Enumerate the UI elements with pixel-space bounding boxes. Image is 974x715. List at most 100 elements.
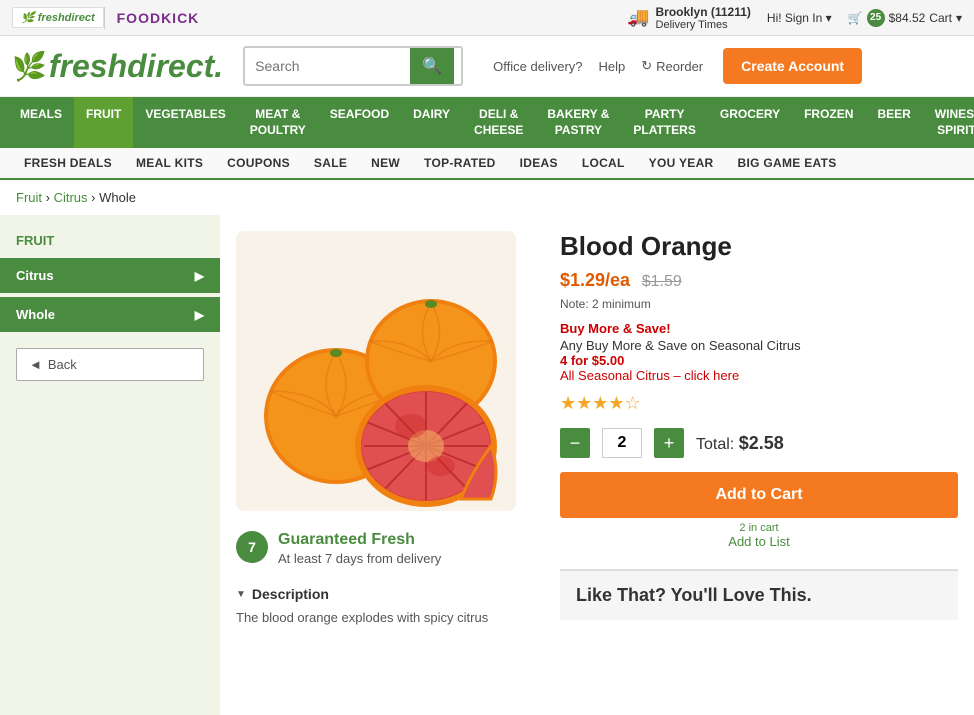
price-area: $1.29/ea $1.59 <box>560 270 958 291</box>
add-to-cart-button[interactable]: Add to Cart <box>560 472 958 518</box>
nav-frozen[interactable]: FROZEN <box>792 97 865 148</box>
whole-arrow-icon: ▶ <box>195 308 204 322</box>
breadcrumb-whole: Whole <box>99 190 136 205</box>
sidebar-title: FRUIT <box>0 227 220 254</box>
signin-area[interactable]: Hi! Sign In ▾ <box>767 11 832 25</box>
cart-label: Cart <box>929 11 952 25</box>
product-image-container: 7 Guaranteed Fresh At least 7 days from … <box>236 231 536 628</box>
nav-dairy[interactable]: DAIRY <box>401 97 462 148</box>
add-to-list-link[interactable]: Add to List <box>560 534 958 549</box>
sec-nav-new[interactable]: NEW <box>359 148 412 178</box>
description-section: Description The blood orange explodes wi… <box>236 586 536 628</box>
cart-count: 25 <box>867 9 885 27</box>
breadcrumb-sep2: › <box>91 190 99 205</box>
promo-link[interactable]: All Seasonal Citrus – click here <box>560 368 958 383</box>
back-arrow-icon: ◄ <box>29 357 42 372</box>
back-button[interactable]: ◄ Back <box>16 348 204 381</box>
help-link[interactable]: Help <box>599 59 626 74</box>
breadcrumb: Fruit › Citrus › Whole <box>0 180 974 215</box>
delivery-truck-icon: 🚚 <box>627 7 649 28</box>
fresh-guarantee: 7 Guaranteed Fresh At least 7 days from … <box>236 531 536 566</box>
quantity-decrease-button[interactable]: − <box>560 428 590 458</box>
search-input[interactable] <box>245 50 410 82</box>
nav-meat-poultry[interactable]: MEAT &POULTRY <box>238 97 318 148</box>
nav-party-platters[interactable]: PARTYPLATTERS <box>621 97 707 148</box>
main-logo[interactable]: 🌿 freshdirect. <box>12 48 223 85</box>
cart-total: $84.52 <box>889 11 926 25</box>
description-title: Description <box>236 586 536 602</box>
promo-headline: Buy More & Save! <box>560 321 958 336</box>
fresh-title: Guaranteed Fresh <box>278 531 441 549</box>
product-stars: ★★★★☆ <box>560 393 958 414</box>
promo-deal: 4 for $5.00 <box>560 353 958 368</box>
freshdirect-small-logo[interactable]: 🌿 freshdirect <box>12 7 104 28</box>
sidebar: FRUIT Citrus ▶ Whole ▶ ◄ Back <box>0 215 220 715</box>
product-image <box>236 231 516 511</box>
breadcrumb-citrus[interactable]: Citrus <box>54 190 88 205</box>
product-svg <box>236 231 516 511</box>
secondary-nav: FRESH DEALS MEAL KITS COUPONS SALE NEW T… <box>0 148 974 180</box>
delivery-location: Brooklyn (11211) <box>656 5 751 19</box>
delivery-times-link[interactable]: Delivery Times <box>656 19 728 31</box>
sec-nav-fresh-deals[interactable]: FRESH DEALS <box>12 148 124 178</box>
cart-icon: 🛒 <box>848 11 863 25</box>
sec-nav-coupons[interactable]: COUPONS <box>215 148 302 178</box>
nav-meals[interactable]: MEALS <box>8 97 74 148</box>
total-label: Total: $2.58 <box>696 433 784 454</box>
reorder-icon: ↻ <box>641 58 652 74</box>
nav-bakery-pastry[interactable]: BAKERY &PASTRY <box>535 97 621 148</box>
nav-beer[interactable]: BEER <box>865 97 922 148</box>
quantity-increase-button[interactable]: + <box>654 428 684 458</box>
love-title: Like That? You'll Love This. <box>576 585 942 606</box>
header-links: Office delivery? Help ↻ Reorder <box>493 58 703 74</box>
header: 🌿 freshdirect. 🔍 Office delivery? Help ↻… <box>0 36 974 97</box>
delivery-info: 🚚 Brooklyn (11211) Delivery Times <box>627 5 751 31</box>
promo-detail: Any Buy More & Save on Seasonal Citrus <box>560 338 958 353</box>
top-bar-logos: 🌿 freshdirect FOODKICK <box>12 7 211 29</box>
sec-nav-ideas[interactable]: IDEAS <box>508 148 570 178</box>
love-section: Like That? You'll Love This. <box>560 569 958 620</box>
product-title: Blood Orange <box>560 231 958 262</box>
nav-vegetables[interactable]: VEGETABLES <box>133 97 237 148</box>
breadcrumb-sep1: › <box>46 190 54 205</box>
breadcrumb-fruit[interactable]: Fruit <box>16 190 42 205</box>
sec-nav-meal-kits[interactable]: MEAL KITS <box>124 148 215 178</box>
main-content: 7 Guaranteed Fresh At least 7 days from … <box>220 215 974 715</box>
sec-nav-top-rated[interactable]: TOP-RATED <box>412 148 508 178</box>
content-area: FRUIT Citrus ▶ Whole ▶ ◄ Back <box>0 215 974 715</box>
logo-leaf-icon: 🌿 <box>12 50 47 83</box>
nav-grocery[interactable]: GROCERY <box>708 97 792 148</box>
product-note: Note: 2 minimum <box>560 297 958 311</box>
quantity-input[interactable] <box>602 428 642 458</box>
nav-fruit[interactable]: FRUIT <box>74 97 133 148</box>
nav-deli-cheese[interactable]: DELI &CHEESE <box>462 97 535 148</box>
sidebar-item-whole[interactable]: Whole ▶ <box>0 297 220 332</box>
create-account-button[interactable]: Create Account <box>723 48 862 84</box>
sidebar-item-citrus[interactable]: Citrus ▶ <box>0 258 220 293</box>
citrus-arrow-icon: ▶ <box>195 269 204 283</box>
product-area: 7 Guaranteed Fresh At least 7 days from … <box>236 231 958 628</box>
top-bar-right: 🚚 Brooklyn (11211) Delivery Times Hi! Si… <box>627 5 962 31</box>
price-old: $1.59 <box>642 273 682 290</box>
logo-text: freshdirect. <box>49 48 223 85</box>
reorder-link[interactable]: ↻ Reorder <box>641 58 703 74</box>
sec-nav-you-year[interactable]: YOU YEAR <box>637 148 726 178</box>
description-text: The blood orange explodes with spicy cit… <box>236 608 536 628</box>
office-delivery-link[interactable]: Office delivery? <box>493 59 582 74</box>
sec-nav-big-game-eats[interactable]: BIG GAME EATS <box>726 148 849 178</box>
price-current: $1.29/ea <box>560 270 630 290</box>
sec-nav-local[interactable]: LOCAL <box>570 148 637 178</box>
main-nav: MEALS FRUIT VEGETABLES MEAT &POULTRY SEA… <box>0 97 974 148</box>
fresh-subtitle: At least 7 days from delivery <box>278 551 441 566</box>
product-details: Blood Orange $1.29/ea $1.59 Note: 2 mini… <box>560 231 958 628</box>
quantity-area: − + Total: $2.58 <box>560 428 958 458</box>
sec-nav-sale[interactable]: SALE <box>302 148 359 178</box>
foodkick-logo[interactable]: FOODKICK <box>104 7 212 29</box>
search-bar: 🔍 <box>243 46 463 86</box>
cart-area[interactable]: 🛒 25 $84.52 Cart ▾ <box>848 9 962 27</box>
search-button[interactable]: 🔍 <box>410 48 454 84</box>
nav-seafood[interactable]: SEAFOOD <box>318 97 401 148</box>
fresh-badge: 7 <box>236 531 268 563</box>
total-price: $2.58 <box>739 433 784 453</box>
nav-wines-spirits[interactable]: WINES &SPIRITS <box>923 97 974 148</box>
